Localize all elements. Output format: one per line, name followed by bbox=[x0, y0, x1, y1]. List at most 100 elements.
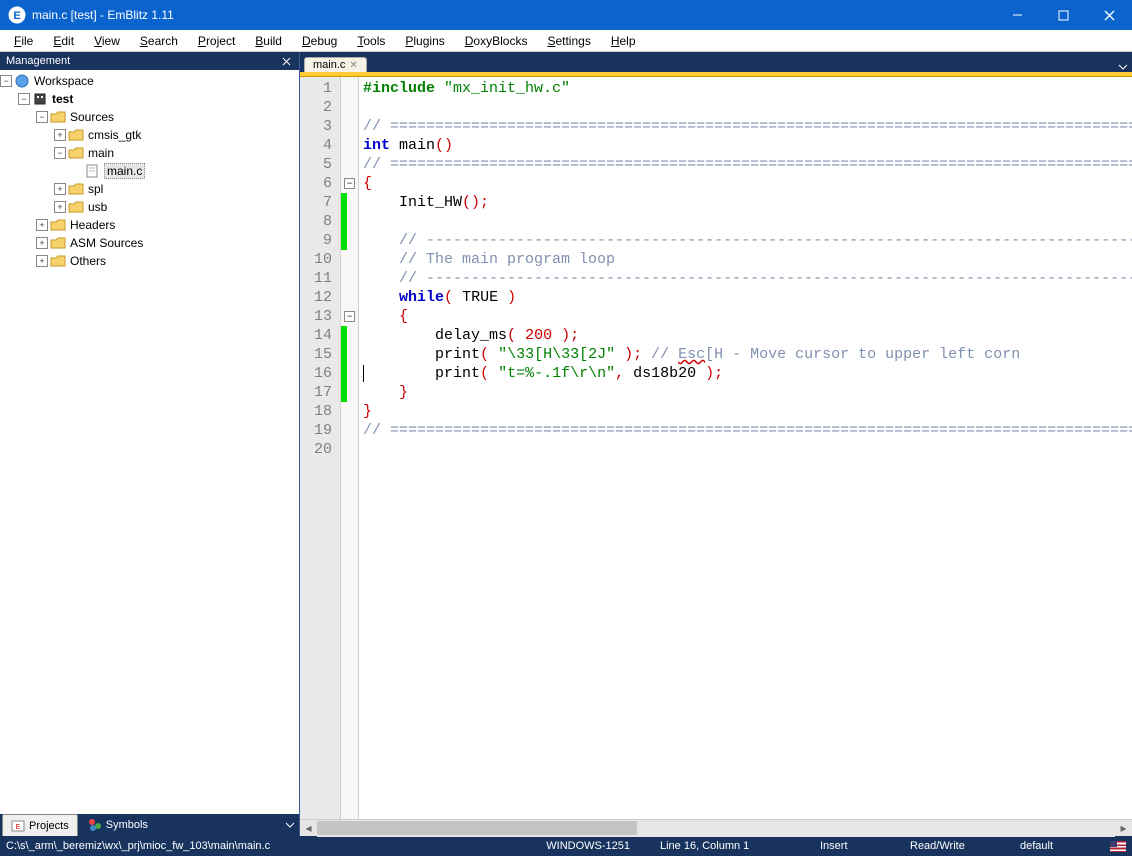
menu-file[interactable]: File bbox=[4, 32, 43, 50]
window-title: main.c [test] - EmBlitz 1.11 bbox=[32, 8, 994, 22]
tree-main-folder[interactable]: − main bbox=[0, 144, 299, 162]
tree-expand-icon[interactable]: + bbox=[36, 255, 48, 267]
code-line[interactable]: // The main program loop bbox=[363, 250, 1128, 269]
menu-plugins[interactable]: Plugins bbox=[395, 32, 454, 50]
scroll-left-icon[interactable]: ◂ bbox=[300, 820, 317, 837]
code-line[interactable] bbox=[363, 440, 1128, 459]
tree-expand-icon[interactable]: + bbox=[54, 129, 66, 141]
menu-doxyblocks[interactable]: DoxyBlocks bbox=[455, 32, 538, 50]
folder-icon bbox=[50, 218, 66, 232]
scroll-right-icon[interactable]: ▸ bbox=[1115, 820, 1132, 837]
code-line[interactable] bbox=[363, 212, 1128, 231]
change-marker bbox=[341, 231, 347, 250]
menu-build[interactable]: Build bbox=[245, 32, 292, 50]
tab-close-icon[interactable]: ✕ bbox=[349, 60, 357, 71]
tab-symbols[interactable]: Symbols bbox=[80, 814, 156, 836]
workspace-icon bbox=[14, 74, 30, 88]
code-line[interactable]: // =====================================… bbox=[363, 421, 1128, 440]
menu-settings[interactable]: Settings bbox=[537, 32, 600, 50]
code-line[interactable]: print( "t=%-.1f\r\n", ds18b20 ); bbox=[363, 364, 1128, 383]
tree-cmsis-folder[interactable]: + cmsis_gtk bbox=[0, 126, 299, 144]
tree-headers-folder[interactable]: + Headers bbox=[0, 216, 299, 234]
menu-help[interactable]: Help bbox=[601, 32, 646, 50]
code-line[interactable]: } bbox=[363, 383, 1128, 402]
code-line[interactable]: while( TRUE ) bbox=[363, 288, 1128, 307]
fold-gutter[interactable]: −− bbox=[341, 77, 359, 819]
tree-expand-icon[interactable]: + bbox=[54, 183, 66, 195]
close-button[interactable] bbox=[1086, 0, 1132, 30]
line-number-gutter: 1234567891011121314151617181920 bbox=[300, 77, 341, 819]
editor-area: main.c ✕ 1234567891011121314151617181920… bbox=[300, 52, 1132, 836]
code-line[interactable]: { bbox=[363, 307, 1128, 326]
tab-projects[interactable]: E Projects bbox=[2, 814, 78, 836]
tree-workspace[interactable]: − Workspace bbox=[0, 72, 299, 90]
tree-sources-folder[interactable]: − Sources bbox=[0, 108, 299, 126]
language-flag-icon[interactable] bbox=[1110, 841, 1126, 852]
tree-expand-icon[interactable]: + bbox=[54, 201, 66, 213]
code-line[interactable] bbox=[363, 98, 1128, 117]
change-marker bbox=[341, 326, 347, 345]
tree-label: main bbox=[88, 146, 114, 160]
project-icon bbox=[32, 92, 48, 106]
code-line[interactable]: print( "\33[H\33[2J" ); // Esc[H - Move … bbox=[363, 345, 1128, 364]
menu-search[interactable]: Search bbox=[130, 32, 188, 50]
minimize-button[interactable] bbox=[994, 0, 1040, 30]
folder-icon bbox=[50, 254, 66, 268]
code-line[interactable]: } bbox=[363, 402, 1128, 421]
code-line[interactable]: // -------------------------------------… bbox=[363, 231, 1128, 250]
status-path: C:\s\_arm\_beremiz\wx\_prj\mioc_fw_103\m… bbox=[6, 840, 270, 852]
code-line[interactable]: int main() bbox=[363, 136, 1128, 155]
panel-close-icon[interactable] bbox=[279, 54, 293, 68]
code-editor[interactable]: 1234567891011121314151617181920 −− #incl… bbox=[300, 77, 1132, 819]
tree-file-main-c[interactable]: main.c bbox=[0, 162, 299, 180]
code-line[interactable]: // -------------------------------------… bbox=[363, 269, 1128, 288]
tree-asm-folder[interactable]: + ASM Sources bbox=[0, 234, 299, 252]
menu-edit[interactable]: Edit bbox=[43, 32, 84, 50]
menu-project[interactable]: Project bbox=[188, 32, 245, 50]
tree-others-folder[interactable]: + Others bbox=[0, 252, 299, 270]
tree-collapse-icon[interactable]: − bbox=[54, 147, 66, 159]
tree-usb-folder[interactable]: + usb bbox=[0, 198, 299, 216]
menu-tools[interactable]: Tools bbox=[347, 32, 395, 50]
project-tree[interactable]: − Workspace − test − bbox=[0, 70, 299, 814]
tree-project[interactable]: − test bbox=[0, 90, 299, 108]
status-position: Line 16, Column 1 bbox=[660, 840, 790, 852]
tree-spl-folder[interactable]: + spl bbox=[0, 180, 299, 198]
code-line[interactable]: #include "mx_init_hw.c" bbox=[363, 79, 1128, 98]
tree-collapse-icon[interactable]: − bbox=[18, 93, 30, 105]
code-line[interactable]: delay_ms( 200 ); bbox=[363, 326, 1128, 345]
code-line[interactable]: { bbox=[363, 174, 1128, 193]
folder-open-icon bbox=[50, 110, 66, 124]
tree-label: main.c bbox=[104, 163, 145, 179]
tree-label: usb bbox=[88, 200, 107, 214]
maximize-button[interactable] bbox=[1040, 0, 1086, 30]
code-line[interactable]: Init_HW(); bbox=[363, 193, 1128, 212]
code-content[interactable]: #include "mx_init_hw.c" // ==============… bbox=[359, 77, 1132, 819]
tree-label: Workspace bbox=[34, 74, 94, 88]
change-marker bbox=[341, 193, 347, 212]
fold-toggle-icon[interactable]: − bbox=[344, 178, 355, 189]
folder-icon bbox=[68, 200, 84, 214]
code-line[interactable]: // =====================================… bbox=[363, 117, 1128, 136]
fold-toggle-icon[interactable]: − bbox=[344, 311, 355, 322]
editor-tabs-chevron-icon[interactable] bbox=[1114, 62, 1132, 72]
scroll-thumb[interactable] bbox=[317, 821, 637, 835]
change-marker bbox=[341, 212, 347, 231]
status-encoding: WINDOWS-1251 bbox=[546, 840, 630, 852]
panel-tabs-chevron-icon[interactable] bbox=[281, 814, 299, 836]
horizontal-scrollbar[interactable]: ◂ ▸ bbox=[300, 819, 1132, 836]
tree-collapse-icon[interactable]: − bbox=[0, 75, 12, 87]
editor-tab-main-c[interactable]: main.c ✕ bbox=[304, 57, 367, 72]
svg-text:E: E bbox=[16, 824, 21, 831]
menu-debug[interactable]: Debug bbox=[292, 32, 347, 50]
folder-open-icon bbox=[68, 146, 84, 160]
projects-tab-icon: E bbox=[11, 819, 25, 833]
scroll-track[interactable] bbox=[317, 820, 1115, 837]
tree-collapse-icon[interactable]: − bbox=[36, 111, 48, 123]
management-tabs: E Projects Symbols bbox=[0, 814, 299, 836]
folder-icon bbox=[68, 128, 84, 142]
tree-expand-icon[interactable]: + bbox=[36, 219, 48, 231]
code-line[interactable]: // =====================================… bbox=[363, 155, 1128, 174]
tree-expand-icon[interactable]: + bbox=[36, 237, 48, 249]
menu-view[interactable]: View bbox=[84, 32, 130, 50]
